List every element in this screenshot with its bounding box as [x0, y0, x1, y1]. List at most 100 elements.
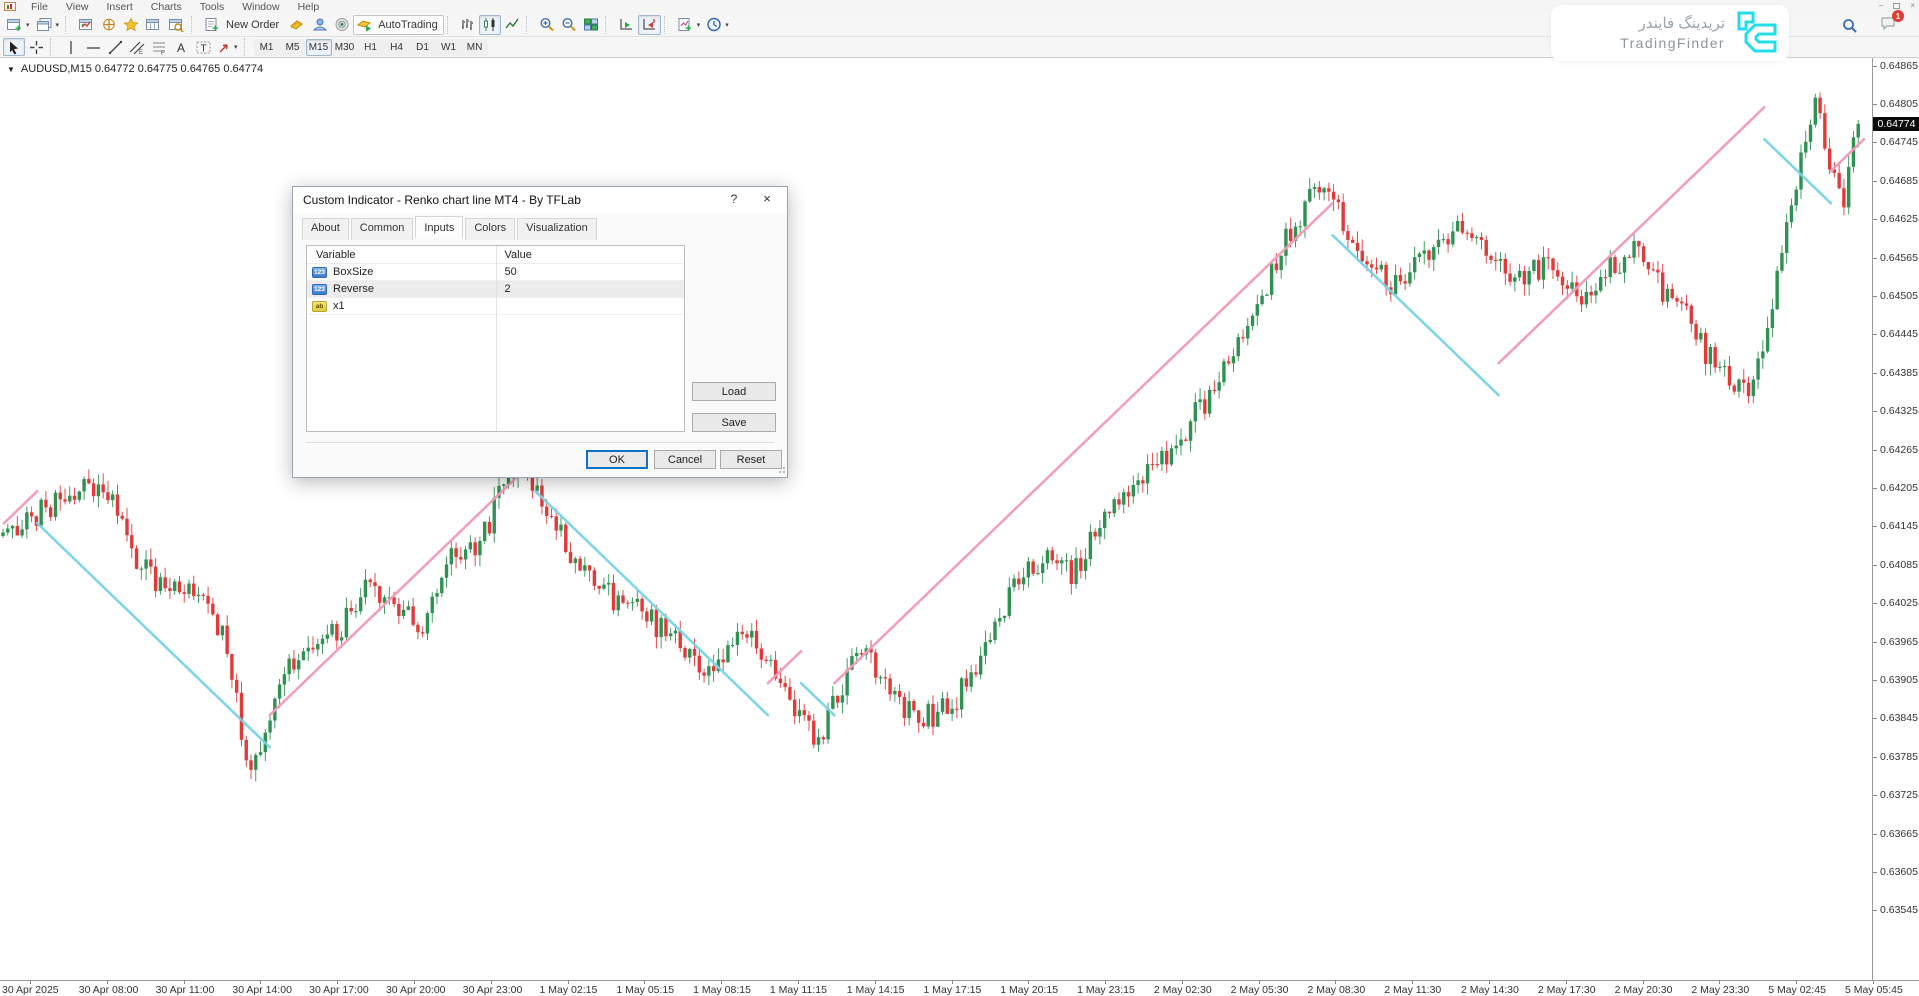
price-axis-tick [1873, 795, 1877, 796]
fibonacci-icon: F [151, 40, 167, 55]
price-axis-label: 0.64865 [1880, 60, 1918, 72]
line-chart-button[interactable] [501, 15, 523, 35]
tile-windows-button[interactable] [580, 15, 602, 35]
minimize-button[interactable]: – [1879, 1, 1883, 10]
search-icon[interactable] [1842, 18, 1858, 34]
tab-visualization[interactable]: Visualization [517, 218, 597, 240]
zoom-in-button[interactable] [536, 15, 558, 35]
symbol-ohlc-label: AUDUSD,M15 0.64772 0.64775 0.64765 0.647… [21, 63, 263, 75]
indicator-properties-dialog: Custom Indicator - Renko chart line MT4 … [292, 186, 788, 478]
timeframe-d1-button[interactable]: D1 [410, 39, 436, 56]
trendline-button[interactable] [104, 38, 126, 56]
maximize-button[interactable] [1893, 3, 1900, 9]
cancel-button[interactable]: Cancel [654, 450, 716, 469]
price-chart-canvas[interactable] [0, 58, 1872, 980]
favorites-button[interactable] [120, 15, 142, 35]
chart-shift-button[interactable] [638, 15, 661, 35]
inputs-table[interactable]: VariableValue123BoxSize50123Reverse2abx1 [306, 245, 685, 432]
ok-button[interactable]: OK [586, 450, 648, 469]
menu-item-file[interactable]: File [22, 1, 57, 13]
fibonacci-button[interactable]: F [148, 38, 170, 56]
toolbar-separator [244, 38, 251, 56]
community-button[interactable] [308, 15, 331, 35]
depth-of-market-button[interactable] [285, 15, 308, 35]
menu-item-window[interactable]: Window [233, 1, 288, 13]
tab-colors[interactable]: Colors [465, 218, 515, 240]
tab-inputs[interactable]: Inputs [415, 216, 463, 238]
svg-text:T: T [200, 43, 206, 54]
symbol-info-row[interactable]: ▼ AUDUSD,M15 0.64772 0.64775 0.64765 0.6… [7, 63, 263, 75]
new-chart-button[interactable]: +▾ [3, 15, 33, 35]
profiles-button[interactable]: ▾ [33, 15, 63, 35]
time-axis-tick [107, 981, 108, 984]
symbol-dropdown-icon[interactable]: ▼ [7, 65, 15, 74]
value-cell[interactable]: 50 [496, 266, 685, 278]
dialog-help-button[interactable]: ? [723, 192, 745, 208]
menu-item-view[interactable]: View [57, 1, 98, 13]
timeframe-m1-button[interactable]: M1 [254, 39, 280, 56]
equidistant-channel-button[interactable]: E [126, 38, 148, 56]
text-button[interactable]: A [170, 38, 192, 56]
variable-cell: 123BoxSize [307, 266, 496, 278]
text-label-button[interactable]: T [192, 38, 214, 56]
numeric-type-icon: 123 [312, 267, 327, 278]
auto-scroll-button[interactable] [615, 15, 638, 35]
save-button[interactable]: Save [692, 413, 776, 432]
time-axis[interactable]: 30 Apr 202530 Apr 08:0030 Apr 11:0030 Ap… [0, 980, 1919, 996]
market-watch-button[interactable] [75, 15, 98, 35]
time-axis-tick [1105, 981, 1106, 984]
time-axis-tick [414, 981, 415, 984]
bar-chart-button[interactable] [457, 15, 479, 35]
menu-item-help[interactable]: Help [289, 1, 329, 13]
app-icon[interactable] [4, 2, 16, 11]
dialog-close-button[interactable]: × [755, 191, 779, 209]
reset-button[interactable]: Reset [720, 450, 782, 469]
arrows-button[interactable]: ▾ [214, 38, 241, 56]
cursor-button[interactable] [3, 38, 25, 56]
vertical-line-button[interactable] [60, 38, 82, 56]
timeframe-w1-button[interactable]: W1 [436, 39, 462, 56]
price-axis-tick [1873, 757, 1877, 758]
time-axis-tick [644, 981, 645, 984]
crosshair-button[interactable] [25, 38, 47, 56]
new-order-button[interactable]: +New Order [201, 15, 285, 35]
indicators-button[interactable]: +▾ [674, 15, 704, 35]
navigator-button[interactable] [98, 15, 120, 35]
zoom-out-button[interactable] [558, 15, 580, 35]
chevron-down-icon: ▾ [725, 21, 729, 29]
price-axis-tick [1873, 680, 1877, 681]
value-cell[interactable]: 2 [496, 283, 685, 295]
brand-name-english: TradingFinder [1620, 34, 1725, 52]
timeframe-mn-button[interactable]: MN [462, 39, 488, 56]
menu-item-insert[interactable]: Insert [98, 1, 142, 13]
resize-grip[interactable] [777, 467, 785, 475]
price-axis-label: 0.63725 [1880, 789, 1918, 801]
tab-about[interactable]: About [302, 218, 349, 240]
menu-item-charts[interactable]: Charts [142, 1, 191, 13]
notification-badge: 1 [1892, 10, 1904, 22]
timeframe-m30-button[interactable]: M30 [332, 39, 358, 56]
price-axis-tick [1873, 718, 1877, 719]
periods-button[interactable]: ▾ [703, 15, 732, 35]
timeframe-m5-button[interactable]: M5 [280, 39, 306, 56]
candlestick-chart-button[interactable] [479, 15, 501, 35]
horizontal-line-button[interactable] [82, 38, 104, 56]
tile-windows-icon [583, 17, 599, 32]
sounds-button[interactable] [331, 15, 353, 35]
chart-area[interactable]: ▼ AUDUSD,M15 0.64772 0.64775 0.64765 0.6… [0, 58, 1919, 980]
price-axis[interactable]: 0.64774 0.648650.648050.647450.646850.64… [1872, 58, 1919, 980]
data-window-button[interactable] [142, 15, 165, 35]
price-axis-label: 0.64085 [1880, 559, 1918, 571]
menu-item-tools[interactable]: Tools [191, 1, 234, 13]
strategy-tester-button[interactable] [165, 15, 188, 35]
tab-common[interactable]: Common [351, 218, 414, 240]
time-axis-tick [491, 981, 492, 984]
autotrading-button[interactable]: AutoTrading [353, 15, 444, 35]
chat-icon[interactable]: 1 [1880, 16, 1897, 36]
timeframe-m15-button[interactable]: M15 [306, 39, 332, 56]
load-button[interactable]: Load [692, 382, 776, 401]
time-axis-tick [1489, 981, 1490, 984]
timeframe-h4-button[interactable]: H4 [384, 39, 410, 56]
timeframe-h1-button[interactable]: H1 [358, 39, 384, 56]
close-button[interactable]: × [1910, 1, 1915, 10]
